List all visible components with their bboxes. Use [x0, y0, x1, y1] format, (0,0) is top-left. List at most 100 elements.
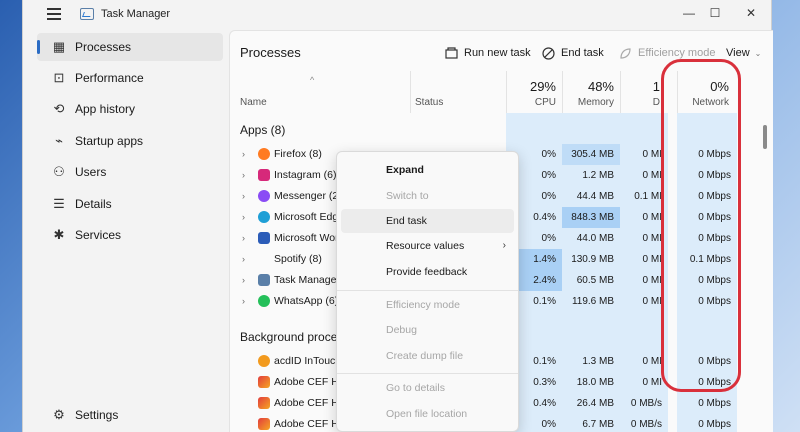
- memory-cell: 26.4 MB: [576, 398, 614, 409]
- sidebar-item-users[interactable]: ⚇ Users: [37, 158, 223, 186]
- chevron-right-icon: ›: [502, 240, 506, 251]
- column-header-cpu[interactable]: CPU: [506, 97, 556, 108]
- chevron-right-icon[interactable]: ›: [242, 233, 245, 243]
- menu-item-provide-feedback[interactable]: Provide feedback: [341, 260, 514, 284]
- context-menu: Expand Switch to End task Resource value…: [336, 151, 519, 432]
- users-icon: ⚇: [53, 164, 65, 179]
- sidebar-item-label: Settings: [75, 408, 119, 422]
- end-task-button[interactable]: End task: [541, 44, 604, 62]
- efficiency-mode-label: Efficiency mode: [638, 47, 716, 59]
- title-bar: Task Manager — ☐ ✕: [23, 0, 771, 30]
- sidebar-item-label: Processes: [75, 40, 132, 54]
- maximize-button[interactable]: ☐: [699, 2, 731, 24]
- chevron-right-icon[interactable]: ›: [242, 149, 245, 159]
- whatsapp-icon: [258, 295, 270, 307]
- task-manager-window: Task Manager — ☐ ✕ ▦ Processes ⊡ Perform…: [22, 0, 773, 432]
- end-task-label: End task: [561, 47, 604, 59]
- adobe-cef-icon: [258, 376, 270, 388]
- menu-item-efficiency-mode[interactable]: Efficiency mode: [341, 293, 514, 317]
- process-name: Instagram (6): [274, 169, 337, 181]
- section-background-processes: Background proce: [240, 330, 338, 344]
- cpu-total: 29%: [529, 79, 556, 94]
- menu-item-debug[interactable]: Debug: [341, 318, 514, 342]
- task-manager-icon: [258, 274, 270, 286]
- sidebar-item-details[interactable]: ☰ Details: [37, 190, 223, 218]
- menu-separator: [337, 373, 518, 374]
- memory-total: 48%: [587, 79, 614, 94]
- sidebar-item-app-history[interactable]: ⟲ App history: [37, 95, 223, 123]
- processes-icon: ▦: [52, 39, 66, 54]
- column-header-disk[interactable]: D: [620, 97, 660, 108]
- memory-cell: 60.5 MB: [576, 275, 614, 286]
- process-name: Task Manager: [274, 274, 340, 286]
- chevron-right-icon[interactable]: ›: [242, 254, 245, 264]
- sidebar-item-settings[interactable]: ⚙ Settings: [37, 401, 223, 429]
- vertical-scrollbar[interactable]: [763, 125, 767, 149]
- view-label: View: [726, 47, 750, 59]
- menu-item-create-dump-file[interactable]: Create dump file: [341, 344, 514, 368]
- sidebar-item-services[interactable]: ✱ Services: [37, 221, 223, 249]
- chevron-right-icon[interactable]: ›: [242, 296, 245, 306]
- sidebar-item-processes[interactable]: ▦ Processes: [37, 33, 223, 61]
- menu-item-go-to-details[interactable]: Go to details: [341, 376, 514, 400]
- sidebar-item-label: App history: [75, 102, 136, 116]
- app-history-icon: ⟲: [53, 101, 65, 116]
- acdid-icon: [258, 355, 270, 367]
- network-column-highlight-annotation: [661, 59, 741, 392]
- sidebar-item-performance[interactable]: ⊡ Performance: [37, 64, 223, 92]
- chevron-right-icon[interactable]: ›: [242, 191, 245, 201]
- chevron-right-icon[interactable]: ›: [242, 275, 245, 285]
- column-header-status[interactable]: Status: [415, 97, 443, 108]
- process-name: Messenger (2): [274, 190, 342, 202]
- menu-item-end-task[interactable]: End task: [341, 209, 514, 233]
- firefox-icon: [258, 148, 270, 160]
- menu-item-open-file-location[interactable]: Open file location: [341, 402, 514, 426]
- close-button[interactable]: ✕: [735, 2, 767, 24]
- sidebar-item-label: Details: [75, 197, 112, 211]
- word-icon: [258, 232, 270, 244]
- memory-cell: 119.6 MB: [571, 296, 614, 307]
- gear-icon: ⚙: [53, 407, 65, 422]
- network-cell: 0 Mbps: [698, 398, 731, 409]
- memory-cell: 18.0 MB: [576, 377, 614, 388]
- chevron-right-icon[interactable]: ›: [242, 212, 245, 222]
- sidebar-item-label: Services: [75, 228, 122, 242]
- chevron-down-icon: ⌄: [754, 48, 762, 58]
- menu-separator: [337, 290, 518, 291]
- column-header-memory[interactable]: Memory: [562, 97, 614, 108]
- edge-icon: [258, 211, 270, 223]
- chevron-right-icon[interactable]: ›: [242, 170, 245, 180]
- sidebar-item-startup-apps[interactable]: ⌁ Startup apps: [37, 127, 223, 155]
- column-header-name[interactable]: Name: [240, 97, 267, 108]
- memory-cell: 6.7 MB: [582, 419, 614, 430]
- sidebar-item-label: Users: [75, 165, 107, 179]
- hamburger-menu-icon[interactable]: [47, 8, 61, 20]
- adobe-cef-icon: [258, 397, 270, 409]
- disk-cell: 0 MB/s: [630, 419, 662, 430]
- menu-item-switch-to[interactable]: Switch to: [341, 184, 514, 208]
- menu-item-expand[interactable]: Expand: [341, 158, 514, 182]
- performance-icon: ⊡: [53, 70, 65, 85]
- menu-item-label: Resource values: [386, 240, 465, 252]
- memory-cell: 44.0 MB: [576, 233, 614, 244]
- run-new-task-button[interactable]: Run new task: [444, 44, 531, 62]
- section-apps: Apps (8): [240, 123, 286, 137]
- memory-cell: 130.9 MB: [571, 254, 614, 265]
- services-icon: ✱: [53, 227, 65, 242]
- page-title: Processes: [240, 45, 301, 60]
- network-cell: 0 Mbps: [698, 419, 731, 430]
- process-name: Firefox (8): [274, 148, 322, 160]
- task-manager-app-icon: [80, 8, 94, 20]
- memory-cell: 1.2 MB: [582, 170, 614, 181]
- spotify-icon: [258, 253, 270, 265]
- window-title: Task Manager: [101, 8, 171, 20]
- run-new-task-label: Run new task: [464, 47, 531, 59]
- menu-item-resource-values[interactable]: Resource values ›: [341, 234, 514, 258]
- startup-apps-icon: ⌁: [55, 133, 63, 148]
- memory-cell: 305.4 MB: [562, 144, 620, 165]
- sort-caret-icon[interactable]: ^: [310, 75, 314, 85]
- details-icon: ☰: [53, 196, 65, 211]
- sidebar: ▦ Processes ⊡ Performance ⟲ App history …: [23, 30, 229, 432]
- sidebar-item-label: Performance: [75, 71, 144, 85]
- view-menu-button[interactable]: View ⌄: [726, 44, 761, 62]
